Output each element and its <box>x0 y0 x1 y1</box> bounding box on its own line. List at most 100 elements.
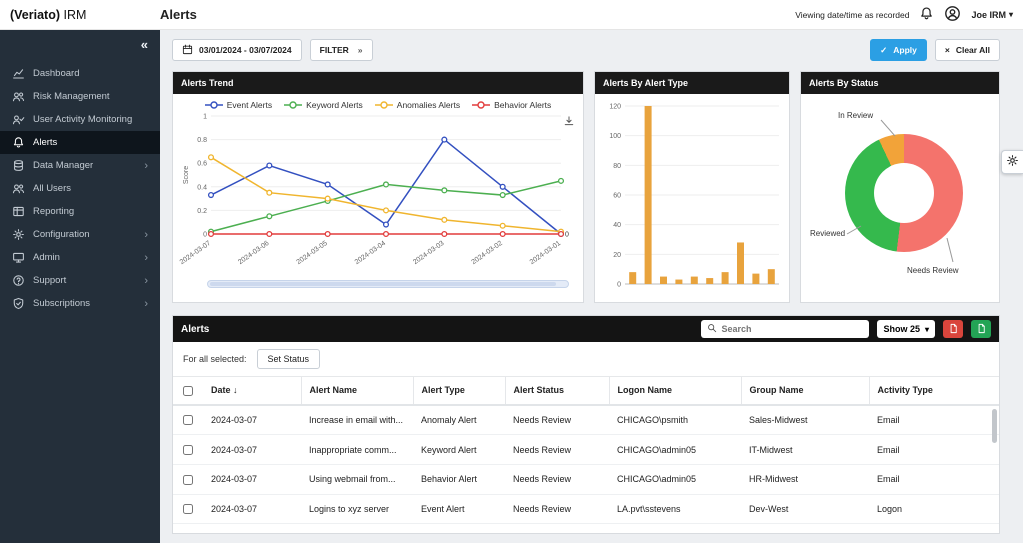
legend-item[interactable]: Event Alerts <box>205 100 272 110</box>
table-cell: Needs Review <box>505 464 609 494</box>
sidebar: « Dashboard Risk Management User Activity … <box>0 30 160 543</box>
svg-text:120: 120 <box>609 104 621 111</box>
svg-text:2024-03-07: 2024-03-07 <box>179 240 212 266</box>
sidebar-item-user-activity-monitoring[interactable]: User Activity Monitoring <box>0 108 160 131</box>
filter-button[interactable]: FILTER » <box>310 39 373 61</box>
trend-range-thumb[interactable] <box>210 282 556 286</box>
date-range-button[interactable]: 03/01/2024 - 03/07/2024 <box>172 39 302 61</box>
legend-marker-icon <box>205 101 223 109</box>
column-header-alert-status[interactable]: Alert Status <box>505 377 609 405</box>
alerts-table-title: Alerts <box>181 324 209 335</box>
alerts-table-wrap: Date ↓Alert NameAlert TypeAlert StatusLo… <box>173 377 999 534</box>
user-menu[interactable]: Joe IRM ▾ <box>971 10 1013 20</box>
sidebar-item-label: Risk Management <box>33 91 110 102</box>
table-cell: 2024-03-07 <box>203 464 301 494</box>
sidebar-item-data-manager[interactable]: Data Manager› <box>0 154 160 177</box>
svg-text:0.6: 0.6 <box>197 161 207 168</box>
svg-text:0.2: 0.2 <box>197 208 207 215</box>
alerts-by-type-panel: Alerts By Alert Type 020406080100120 <box>594 71 790 303</box>
app-logo: (Veriato) IRM <box>10 8 160 22</box>
export-pdf-button[interactable] <box>943 320 963 338</box>
alerts-trend-panel: Alerts Trend Event AlertsKeyword AlertsA… <box>172 71 584 303</box>
chevron-right-icon: › <box>144 160 148 172</box>
row-checkbox[interactable] <box>183 415 193 425</box>
search-box[interactable] <box>701 320 869 338</box>
apply-button[interactable]: ✓ Apply <box>870 39 927 61</box>
sidebar-menu: Dashboard Risk Management User Activity Mo… <box>0 62 160 315</box>
table-cell: Needs Review <box>505 494 609 524</box>
sidebar-item-reporting[interactable]: Reporting <box>0 200 160 223</box>
chevron-down-icon: ▾ <box>925 325 929 334</box>
sidebar-item-support[interactable]: Support› <box>0 269 160 292</box>
check-icon: ✓ <box>880 45 887 56</box>
sidebar-item-configuration[interactable]: Configuration› <box>0 223 160 246</box>
sidebar-item-all-users[interactable]: All Users <box>0 177 160 200</box>
svg-text:Score: Score <box>183 166 190 184</box>
table-scrollbar[interactable] <box>992 409 997 443</box>
column-header-logon-name[interactable]: Logon Name <box>609 377 741 405</box>
column-header-alert-type[interactable]: Alert Type <box>413 377 505 405</box>
table-row[interactable]: 2024-03-07Inappropriate comm...Keyword A… <box>173 435 999 465</box>
set-status-button[interactable]: Set Status <box>257 349 321 369</box>
table-cell: Needs Review <box>505 435 609 465</box>
svg-text:80: 80 <box>613 163 621 170</box>
table-row[interactable]: 2024-03-07Using webmail from...Behavior … <box>173 464 999 494</box>
trend-legend: Event Alerts Keyword Alerts Anomalies Aler… <box>173 94 583 110</box>
select-all-checkbox[interactable] <box>183 386 193 396</box>
table-cell: Keyword Alert <box>413 435 505 465</box>
column-header-activity-type[interactable]: Activity Type <box>869 377 999 405</box>
logo-primary: (Veriato) <box>10 8 60 22</box>
legend-item[interactable]: Keyword Alerts <box>284 100 363 110</box>
sidebar-item-risk-management[interactable]: Risk Management <box>0 85 160 108</box>
trend-range-scrollbar[interactable] <box>207 280 569 288</box>
sidebar-item-dashboard[interactable]: Dashboard <box>0 62 160 85</box>
export-excel-button[interactable] <box>971 320 991 338</box>
clear-all-button[interactable]: × Clear All <box>935 39 1000 61</box>
table-row[interactable]: 2024-03-07Logins to xyz serverEvent Aler… <box>173 494 999 524</box>
chevron-right-icon: › <box>144 252 148 264</box>
alerts-table: Date ↓Alert NameAlert TypeAlert StatusLo… <box>173 377 999 534</box>
sidebar-collapse-button[interactable]: « <box>141 37 148 52</box>
user-name: Joe IRM <box>971 10 1006 20</box>
row-checkbox[interactable] <box>183 475 193 485</box>
svg-text:2024-03-04: 2024-03-04 <box>354 240 387 266</box>
legend-item[interactable]: Anomalies Alerts <box>375 100 460 110</box>
user-avatar-icon[interactable] <box>944 5 961 25</box>
table-row[interactable]: 2024-03-07Increase in email with...Anoma… <box>173 405 999 435</box>
users-icon <box>12 182 25 195</box>
column-header-alert-name[interactable]: Alert Name <box>301 377 413 405</box>
notifications-bell-icon[interactable] <box>919 6 934 24</box>
column-header-date[interactable]: Date ↓ <box>203 377 301 405</box>
table-cell: Increase in email with... <box>301 405 413 435</box>
sidebar-item-subscriptions[interactable]: Subscriptions› <box>0 292 160 315</box>
search-input[interactable] <box>721 324 863 334</box>
legend-item[interactable]: Behavior Alerts <box>472 100 551 110</box>
for-all-selected-label: For all selected: <box>183 354 247 364</box>
user-monitor-icon <box>12 113 25 126</box>
svg-text:0: 0 <box>565 232 569 239</box>
table-cell: Email <box>869 435 999 465</box>
table-cell: HR-Midwest <box>741 464 869 494</box>
dashboard-icon <box>12 67 25 80</box>
alerts-by-status-panel: Alerts By Status Needs ReviewReviewedIn … <box>800 71 1000 303</box>
table-cell: Event Alert <box>413 494 505 524</box>
filter-bar: 03/01/2024 - 03/07/2024 FILTER » ✓ Apply… <box>172 39 1000 61</box>
viewing-mode-label: Viewing date/time as recorded <box>795 10 909 20</box>
sidebar-item-alerts[interactable]: Alerts <box>0 131 160 154</box>
table-cell: Needs Review <box>505 405 609 435</box>
row-checkbox[interactable] <box>183 445 193 455</box>
table-cell: CHICAGO\psmith <box>609 405 741 435</box>
table-cell: Logins to xyz server <box>301 494 413 524</box>
table-cell: Sales-Midwest <box>741 405 869 435</box>
svg-text:100: 100 <box>609 133 621 140</box>
table-row-partial[interactable] <box>173 524 999 534</box>
donut-label-needs-review: Needs Review <box>907 266 959 275</box>
download-icon[interactable] <box>563 114 575 132</box>
date-range-value: 03/01/2024 - 03/07/2024 <box>199 45 292 55</box>
sidebar-item-admin[interactable]: Admin› <box>0 246 160 269</box>
settings-gear-button[interactable] <box>1001 150 1023 174</box>
column-header-group-name[interactable]: Group Name <box>741 377 869 405</box>
calendar-icon <box>182 44 193 57</box>
row-checkbox[interactable] <box>183 504 193 514</box>
page-size-select[interactable]: Show 25 ▾ <box>877 320 935 338</box>
